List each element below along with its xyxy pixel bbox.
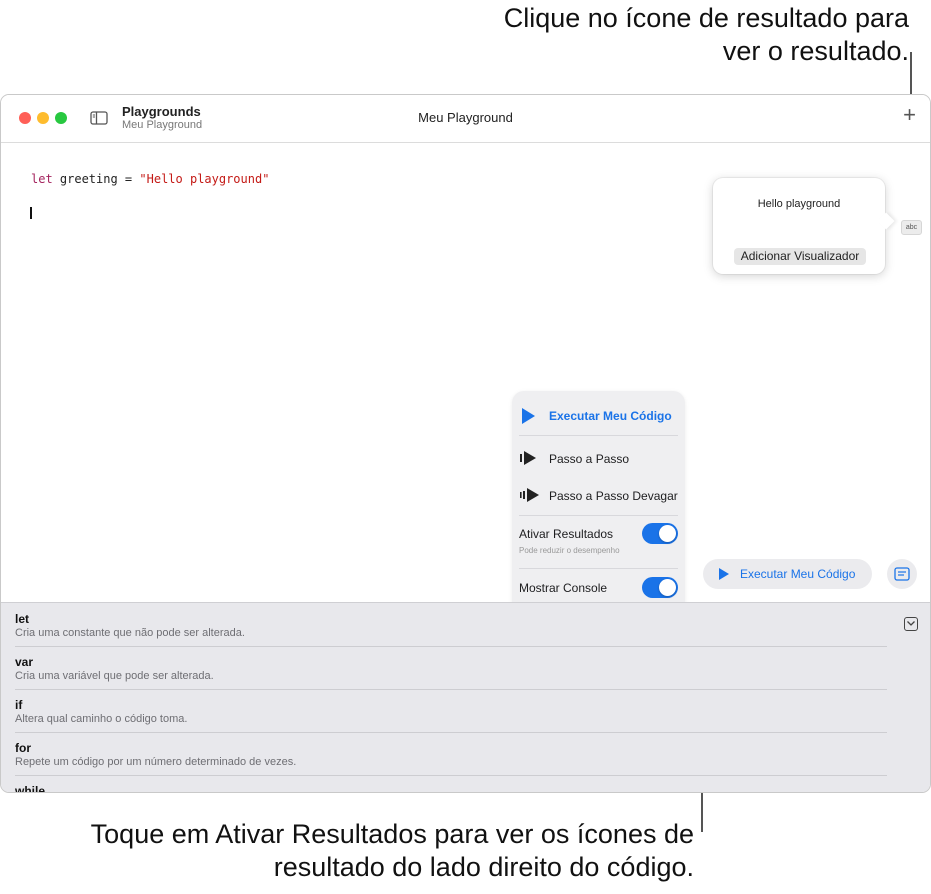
text-cursor [30,207,32,219]
menu-divider [519,568,678,569]
collapse-shortcuts-button[interactable] [904,617,918,631]
shortcut-keyword: while [15,784,46,793]
step-slow-play-icon [519,487,541,508]
callout-bottom-text: Toque em Ativar Resultados para ver os í… [90,819,694,882]
shortcut-item[interactable]: if Altera qual caminho o código toma. [15,689,887,733]
code-identifier: greeting = [52,172,140,186]
plus-icon[interactable]: + [903,104,916,126]
playground-window: Playgrounds Meu Playground Meu Playgroun… [0,94,931,793]
menu-divider [519,435,678,436]
menu-run-label: Executar Meu Código [549,409,672,423]
shortcut-item[interactable]: for Repete um código por um número deter… [15,732,887,776]
shortcut-keyword: var [15,655,34,669]
document-icon [894,567,910,581]
show-console-row: Mostrar Console [512,573,685,603]
shortcut-description: Repete um código por um número determina… [15,756,297,768]
menu-step-label: Passo a Passo [549,452,630,466]
run-my-code-button[interactable]: Executar Meu Código [703,559,872,589]
shortcut-item[interactable]: while [15,775,887,793]
shortcut-keyword: for [15,741,31,755]
menu-divider [519,515,678,516]
enable-results-row: Ativar Resultados Pode reduzir o desempe… [512,519,685,563]
callout-result-icon: Clique no ícone de resultado para ver o … [489,2,909,68]
result-value: Hello playground [757,198,841,210]
shortcut-item[interactable]: let Cria uma constante que não pode ser … [15,603,887,647]
shortcut-description: Cria uma constante que não pode ser alte… [15,627,245,639]
code-editor[interactable]: let greeting = "Hello playground" Hello … [1,143,930,637]
menu-step-slowly[interactable]: Passo a Passo Devagar [512,481,685,511]
shortcut-description: Cria uma variável que pode ser alterada. [15,670,214,682]
show-console-toggle[interactable] [642,577,678,598]
enable-results-label: Ativar Resultados [519,527,614,541]
enable-results-toggle[interactable] [642,523,678,544]
show-console-label: Mostrar Console [519,581,608,595]
popover-arrow [877,212,895,230]
shortcut-keyword: if [15,698,23,712]
title-bar: Playgrounds Meu Playground Meu Playgroun… [1,95,930,143]
result-icon[interactable]: abc [901,220,922,235]
play-icon [519,407,537,430]
shortcut-bar: let Cria uma constante que não pode ser … [1,602,930,792]
shortcut-item[interactable]: var Cria uma variável que pode ser alter… [15,646,887,690]
play-icon [718,567,730,586]
menu-step-slow-label: Passo a Passo Devagar [549,489,678,503]
shortcut-description: Altera qual caminho o código toma. [15,713,188,725]
callout-top-text: Clique no ícone de resultado para ver o … [503,3,909,66]
shortcuts-toggle-button[interactable] [887,559,917,589]
result-popover: Hello playground Adicionar Visualizador [713,178,895,274]
menu-step-through[interactable]: Passo a Passo [512,444,685,474]
run-button-label: Executar Meu Código [740,567,856,581]
enable-results-sublabel: Pode reduzir o desempenho [519,546,620,555]
callout-enable-results: Toque em Ativar Resultados para ver os í… [60,818,694,884]
shortcut-keyword: let [15,612,30,626]
step-play-icon [519,450,539,471]
chevron-down-icon [907,621,915,626]
run-options-menu: Executar Meu Código Passo a Passo Passo … [512,391,685,637]
code-line-1[interactable]: let greeting = "Hello playground" [31,172,269,186]
menu-run-my-code[interactable]: Executar Meu Código [512,401,685,431]
document-title: Meu Playground [418,110,513,125]
add-viewer-button[interactable]: Adicionar Visualizador [734,248,866,265]
code-keyword: let [31,172,53,186]
code-string: "Hello playground" [139,172,270,186]
